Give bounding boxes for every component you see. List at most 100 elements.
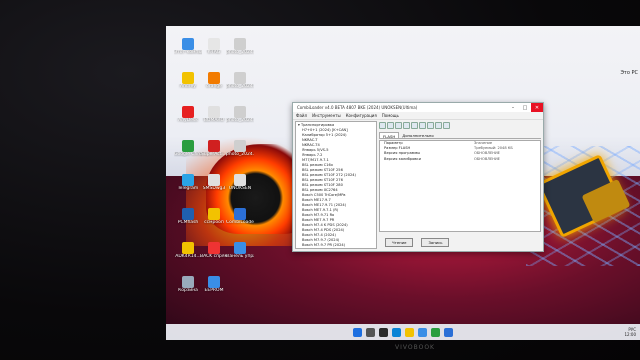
- params-panel: Параметр Значение Размер FLASH Требуемый: …: [379, 140, 541, 232]
- app-icon: [208, 106, 220, 118]
- info-icon[interactable]: [427, 122, 434, 129]
- desktop-screen: Этот компьютер K-TAG photo_2024... Andrey or…: [166, 26, 640, 340]
- chrome-icon[interactable]: [431, 327, 440, 337]
- combiloader-taskbar-icon[interactable]: [444, 327, 453, 337]
- taskbar: РУС 12:00: [166, 324, 640, 340]
- tab-bar: FLASH Дополнительно: [379, 132, 541, 139]
- app-icon: [208, 242, 220, 254]
- app-icon: [182, 72, 194, 84]
- window-title: CombiLoader v4.0 BETA 4807 BKE (2024) UN…: [297, 105, 418, 110]
- laptop-brand: VIVOBOOK: [395, 344, 435, 351]
- app-icon: [208, 174, 220, 186]
- taskview-icon[interactable]: [379, 327, 388, 337]
- desktop-icon[interactable]: SMSDwg3: [200, 174, 228, 204]
- app-icon: [182, 38, 194, 50]
- app-icon: [182, 140, 194, 152]
- desktop-icon[interactable]: Andrey: [174, 72, 202, 102]
- save-icon[interactable]: [387, 122, 394, 129]
- window-footer: Чтение Запись: [379, 235, 541, 249]
- app-icon: [234, 174, 246, 186]
- app-icon: [208, 140, 220, 152]
- desktop-icon[interactable]: orange: [200, 72, 228, 102]
- store-icon[interactable]: [418, 327, 427, 337]
- desktop-icon[interactable]: Этот компьютер: [174, 38, 202, 68]
- minimize-icon[interactable]: –: [507, 103, 519, 112]
- connect-icon[interactable]: [443, 122, 450, 129]
- toolbar: [379, 121, 541, 130]
- desktop-icon[interactable]: UNOKSEN: [226, 174, 254, 204]
- desktop-icon-label: UNOKSEN: [228, 186, 252, 191]
- desktop-icon-label: orange: [206, 84, 222, 89]
- desktop-icon-label: CombiLoader: [226, 220, 254, 225]
- desktop-icon-label: Andrey: [180, 84, 196, 89]
- combiloader-window: CombiLoader v4.0 BETA 4807 BKE (2024) UN…: [292, 102, 544, 252]
- app-icon: [234, 106, 246, 118]
- tab-flash[interactable]: FLASH: [379, 132, 400, 139]
- app-icon: [182, 276, 194, 288]
- desktop-icon[interactable]: SuperActi...: [200, 140, 228, 170]
- desktop-icon[interactable]: ADK4R14...: [174, 242, 202, 272]
- this-pc-label[interactable]: Это РС: [620, 70, 638, 76]
- app-icon: [182, 174, 194, 186]
- read-button[interactable]: Чтение: [385, 237, 414, 247]
- desktop-icon[interactable]: photo_2024...: [226, 72, 254, 102]
- system-tray[interactable]: РУС 12:00: [624, 327, 636, 337]
- start-icon[interactable]: [353, 327, 362, 337]
- desktop-icon[interactable]: CombiLoader: [226, 208, 254, 238]
- desktop-icon-label: ADK4R14...: [175, 254, 201, 259]
- menu-help[interactable]: Помощь: [382, 113, 399, 118]
- tab-extra[interactable]: Дополнительно: [399, 132, 437, 138]
- desktop-icon-label: photo_2024...: [226, 118, 254, 123]
- desktop-icon-label: Этот компьютер: [174, 50, 202, 55]
- app-icon: [182, 106, 194, 118]
- app-icon: [234, 72, 246, 84]
- param-key: Версия калибровки: [384, 156, 421, 161]
- desktop-icon-label: Панель управления: [226, 254, 254, 259]
- desktop-icon[interactable]: BACK спрямов: [200, 242, 228, 272]
- table-row: Версия калибровки ОБНОВЛЕНИЕ: [380, 157, 540, 162]
- desktop-icon-label: Google Chrome: [174, 152, 202, 157]
- app-icon: [208, 72, 220, 84]
- desktop-icon[interactable]: K-TAG: [200, 38, 228, 68]
- desktop-icon-label: photo_2024...: [226, 152, 254, 157]
- check-icon[interactable]: [411, 122, 418, 129]
- open-icon[interactable]: [379, 122, 386, 129]
- app-icon: [208, 38, 220, 50]
- close-icon[interactable]: ✕: [531, 103, 543, 112]
- window-titlebar[interactable]: CombiLoader v4.0 BETA 4807 BKE (2024) UN…: [293, 103, 543, 112]
- desktop-icon[interactable]: BOMARO: [200, 106, 228, 136]
- tray-clock[interactable]: 12:00: [624, 332, 636, 337]
- desktop-icon[interactable]: EEPROM: [200, 276, 228, 306]
- desktop-icon[interactable]: PCMflash: [174, 208, 202, 238]
- menu-file[interactable]: Файл: [296, 113, 307, 118]
- write-icon[interactable]: [403, 122, 410, 129]
- desktop-icon-label: photo_2024...: [226, 84, 254, 89]
- desktop-icon[interactable]: photo_2024...: [226, 106, 254, 136]
- desktop-icon[interactable]: photo_2024...: [226, 140, 254, 170]
- desktop-icon-label: EEPROM: [204, 288, 224, 293]
- desktop-icon[interactable]: Telegram: [174, 174, 202, 204]
- write-button[interactable]: Запись: [421, 237, 450, 247]
- desktop-icon[interactable]: Корзина: [174, 276, 202, 306]
- desktop-icon[interactable]: photo_2024...: [226, 38, 254, 68]
- param-value: ОБНОВЛЕНИЕ: [474, 156, 500, 161]
- maximize-icon[interactable]: □: [519, 103, 531, 112]
- settings-icon[interactable]: [419, 122, 426, 129]
- desktop-icon[interactable]: Панель управления: [226, 242, 254, 272]
- app-icon: [208, 276, 220, 288]
- ecu-tree[interactable]: ▾ Транспортировка H7+0+1 (2024) [K+CAN] Ка…: [295, 121, 377, 249]
- search-icon[interactable]: [366, 327, 375, 337]
- app-icon: [182, 208, 194, 220]
- edge-icon[interactable]: [392, 327, 401, 337]
- folder-icon[interactable]: [405, 327, 414, 337]
- menu-tools[interactable]: Инструменты: [312, 113, 341, 118]
- desktop-icon-label: SuperActi...: [201, 152, 227, 157]
- desktop-icon[interactable]: ссмрооп: [200, 208, 228, 238]
- desktop-icon[interactable]: AnyDesk: [174, 106, 202, 136]
- menu-config[interactable]: Конфигурация: [346, 113, 377, 118]
- help-icon[interactable]: [435, 122, 442, 129]
- tree-item[interactable]: Bosch M7.9.7 PR (2024): [298, 243, 374, 248]
- read-icon[interactable]: [395, 122, 402, 129]
- desktop-icon[interactable]: Google Chrome: [174, 140, 202, 170]
- desktop-icon-label: photo_2024...: [226, 50, 254, 55]
